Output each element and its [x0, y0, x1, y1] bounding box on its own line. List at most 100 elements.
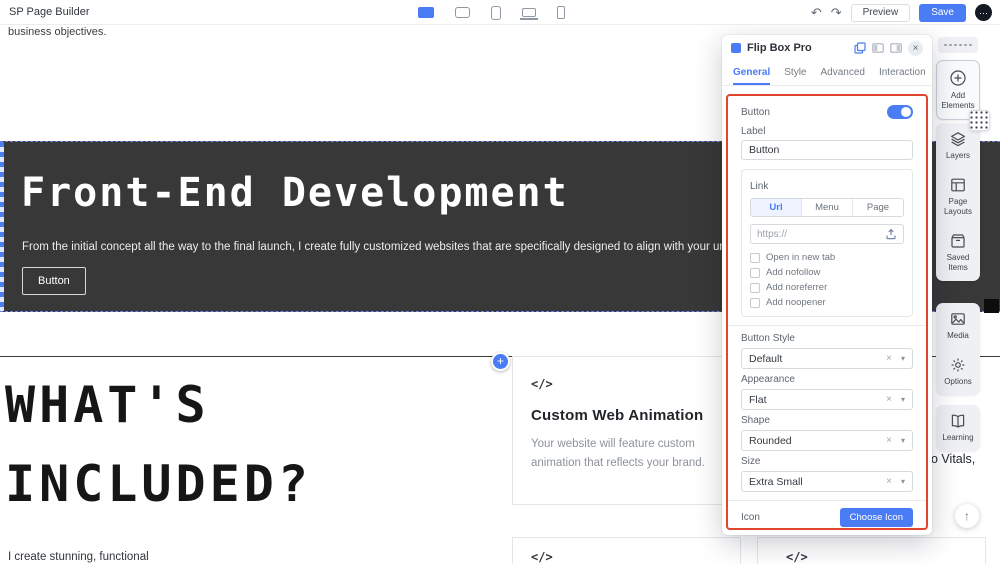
label-field-group: Label — [741, 126, 913, 160]
close-icon[interactable]: × — [908, 41, 923, 56]
button-style-select[interactable]: Default × ▾ — [741, 348, 913, 369]
panel-tabs: General Style Advanced Interaction — [722, 61, 932, 86]
sidebar-drag-handle[interactable] — [938, 37, 978, 53]
choose-icon-button[interactable]: Choose Icon — [840, 508, 913, 527]
section-resize-handle[interactable] — [984, 299, 999, 313]
label-field-label: Label — [741, 126, 913, 137]
sidebar-group-assets: Media Options — [936, 303, 980, 395]
link-label: Link — [750, 181, 768, 192]
code-icon: </> — [786, 550, 808, 564]
tab-general[interactable]: General — [733, 61, 770, 85]
feature-card-partial-left[interactable]: </> — [512, 537, 741, 564]
button-style-label: Button Style — [741, 333, 913, 344]
sidebar-group-help: Learning — [936, 405, 980, 451]
preview-button[interactable]: Preview — [851, 4, 911, 22]
saved-items-icon — [950, 233, 966, 249]
size-select[interactable]: Extra Small × ▾ — [741, 471, 913, 492]
whats-included-line1[interactable]: WHAT'S — [5, 366, 312, 445]
sidebar-group-structure: Layers Page Layouts Saved Items — [936, 123, 980, 281]
button-label-input[interactable] — [741, 140, 913, 160]
checkbox-open-in-new-tab: Open in new tab — [750, 252, 904, 263]
link-type-menu[interactable]: Menu — [801, 199, 852, 216]
toolbar-actions: ↶ ↷ Preview Save ⋯ — [811, 0, 992, 25]
link-type-page[interactable]: Page — [852, 199, 903, 216]
redo-icon[interactable]: ↷ — [831, 6, 842, 19]
canvas-text-fragment-top[interactable]: business objectives. — [8, 26, 106, 38]
tablet-portrait-preview-icon[interactable] — [491, 6, 501, 20]
tab-advanced[interactable]: Advanced — [820, 61, 864, 85]
clear-icon[interactable]: × — [886, 435, 892, 446]
whats-included-line2[interactable]: INCLUDED? — [5, 445, 312, 524]
layers-icon — [950, 131, 966, 147]
checkbox-add-noreferrer: Add noreferrer — [750, 282, 904, 293]
clear-icon[interactable]: × — [886, 353, 892, 364]
code-icon: </> — [531, 550, 553, 564]
more-options-button[interactable]: ⋯ — [975, 4, 992, 21]
appearance-label: Appearance — [741, 374, 913, 385]
chevron-down-icon: ▾ — [901, 477, 905, 486]
tab-interaction[interactable]: Interaction — [879, 61, 926, 85]
flip-box-pro-settings-panel: Flip Box Pro × General Style Advanced In… — [722, 35, 932, 535]
undo-icon[interactable]: ↶ — [811, 6, 822, 19]
add-row-button[interactable]: + — [491, 352, 510, 371]
desktop-preview-icon[interactable] — [418, 7, 434, 18]
top-toolbar: SP Page Builder ↶ ↷ Preview Save ⋯ — [0, 0, 1000, 25]
tab-style[interactable]: Style — [784, 61, 806, 85]
shape-group: Shape Rounded × ▾ — [741, 415, 913, 451]
sidebar-item-learning[interactable]: Learning — [936, 405, 980, 451]
add-nofollow-checkbox[interactable] — [750, 268, 760, 278]
size-label: Size — [741, 456, 913, 467]
button-toggle[interactable] — [887, 105, 913, 119]
app-title: SP Page Builder — [9, 6, 90, 18]
feature-card[interactable]: </> Custom Web Animation Your website wi… — [512, 356, 741, 505]
sidebar-item-media[interactable]: Media — [936, 303, 980, 349]
whats-included-heading[interactable]: WHAT'S INCLUDED? — [5, 366, 312, 524]
link-type-segmented-control: Url Menu Page — [750, 198, 904, 217]
gear-icon — [950, 357, 966, 373]
tablet-landscape-preview-icon[interactable] — [455, 7, 470, 18]
appearance-select[interactable]: Flat × ▾ — [741, 389, 913, 410]
sidebar-item-options[interactable]: Options — [936, 349, 980, 395]
sidebar-item-saved-items[interactable]: Saved Items — [936, 225, 980, 281]
grid-options-button[interactable] — [969, 110, 990, 131]
icon-field-group: Icon Choose Icon — [741, 508, 913, 527]
feature-card-title[interactable]: Custom Web Animation — [531, 407, 703, 424]
clear-icon[interactable]: × — [886, 394, 892, 405]
checkbox-add-nofollow: Add nofollow — [750, 267, 904, 278]
checkbox-add-noopener: Add noopener — [750, 297, 904, 308]
mobile-preview-icon[interactable] — [557, 6, 565, 19]
dock-left-icon[interactable] — [872, 43, 884, 53]
general-settings-highlighted-group: Button Label Link Url Menu Page — [726, 94, 928, 530]
save-button[interactable]: Save — [919, 4, 966, 22]
divider — [728, 500, 926, 501]
dock-right-icon[interactable] — [890, 43, 902, 53]
hero-button[interactable]: Button — [22, 267, 86, 295]
shape-label: Shape — [741, 415, 913, 426]
panel-header-icons: × — [854, 41, 923, 56]
hero-title[interactable]: Front-End Development — [21, 170, 569, 216]
url-input-row — [750, 224, 904, 244]
sidebar-item-page-layouts[interactable]: Page Layouts — [936, 169, 980, 225]
clear-icon[interactable]: × — [886, 476, 892, 487]
link-type-url[interactable]: Url — [751, 199, 801, 216]
scroll-to-top-button[interactable]: ↑ — [955, 504, 979, 528]
chevron-down-icon: ▾ — [901, 436, 905, 445]
add-noreferrer-checkbox[interactable] — [750, 283, 760, 293]
divider — [728, 325, 926, 326]
canvas-text-fragment-bottom[interactable]: I create stunning, functional — [8, 551, 149, 563]
url-input[interactable] — [757, 229, 881, 240]
shape-select[interactable]: Rounded × ▾ — [741, 430, 913, 451]
button-toggle-label: Button — [741, 107, 770, 118]
link-field-group: Link Url Menu Page Open in new tab — [741, 169, 913, 317]
feature-card-body[interactable]: Your website will feature custom animati… — [531, 435, 723, 473]
appearance-group: Appearance Flat × ▾ — [741, 374, 913, 410]
device-preview-switcher — [418, 0, 565, 25]
open-in-new-tab-checkbox[interactable] — [750, 253, 760, 263]
book-icon — [950, 413, 966, 429]
button-style-group: Button Style Default × ▾ — [741, 333, 913, 369]
link-option-checkboxes: Open in new tab Add nofollow Add norefer… — [750, 252, 904, 308]
upload-icon[interactable] — [885, 228, 897, 240]
add-noopener-checkbox[interactable] — [750, 298, 760, 308]
duplicate-icon[interactable] — [854, 42, 866, 54]
laptop-preview-icon[interactable] — [522, 8, 536, 17]
